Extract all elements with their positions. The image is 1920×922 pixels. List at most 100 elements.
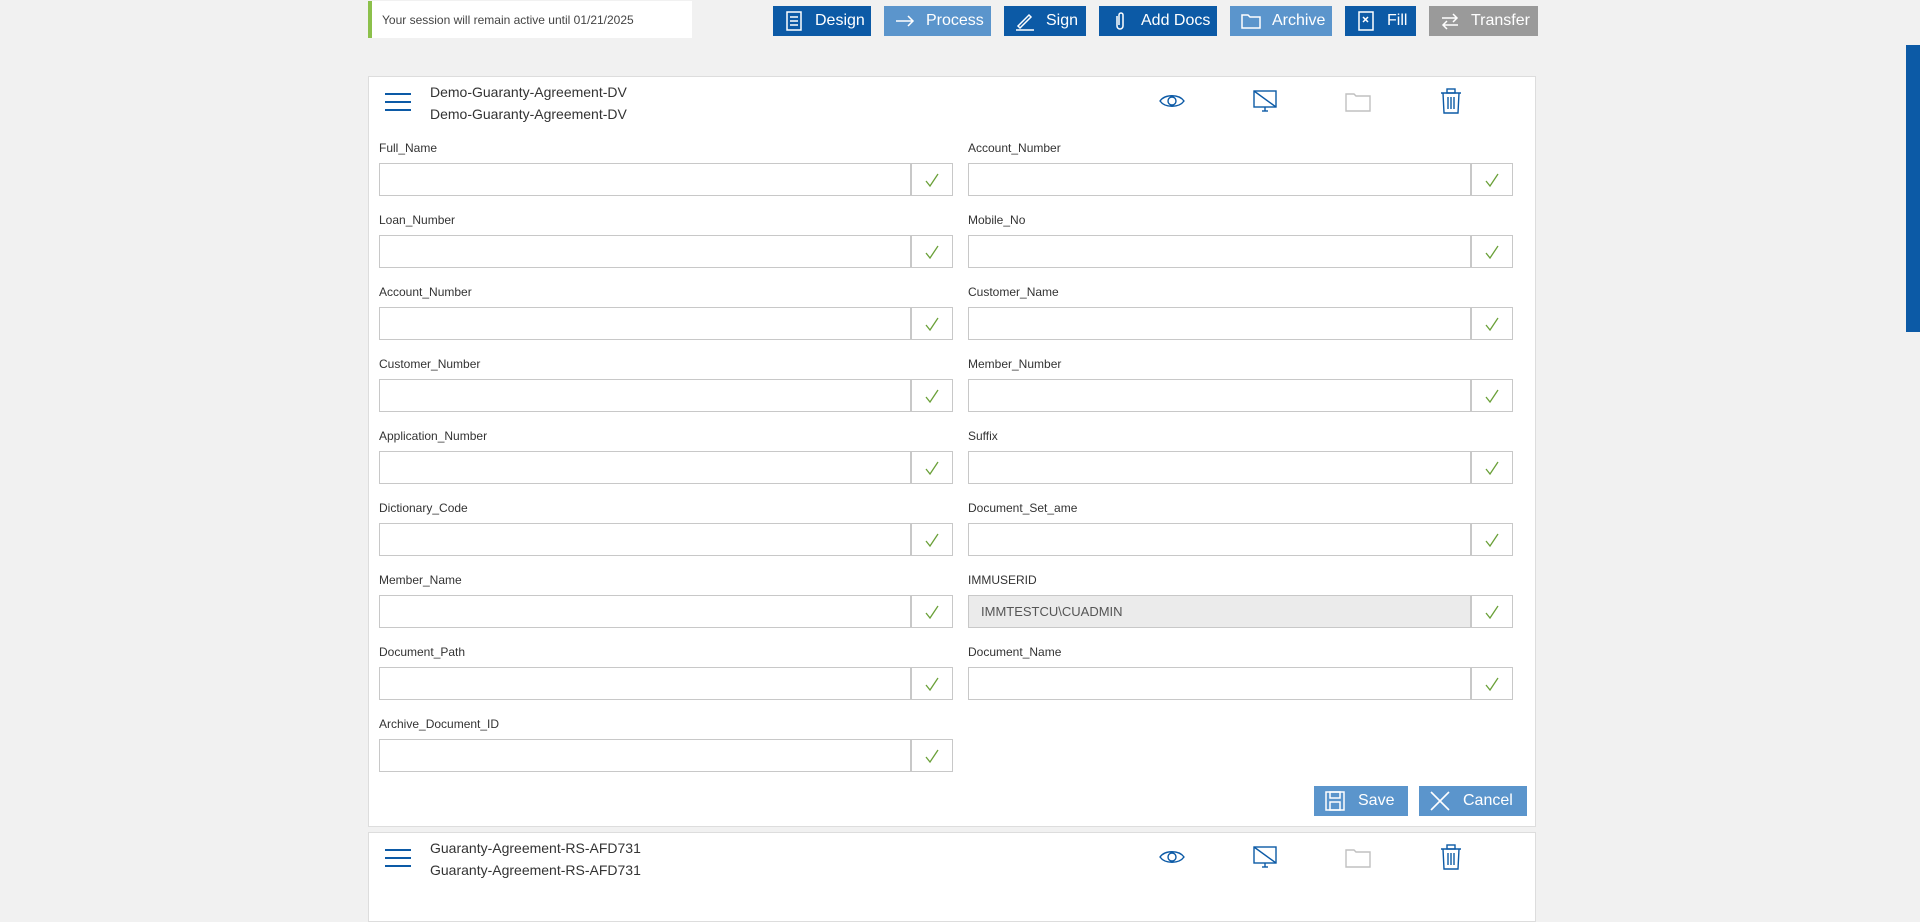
monitor-off-icon[interactable] — [1251, 843, 1279, 871]
menu-icon[interactable] — [385, 849, 411, 869]
checkmark-icon — [925, 173, 939, 187]
confirm-button[interactable] — [911, 595, 953, 628]
text-field[interactable] — [968, 235, 1513, 268]
archive-button[interactable]: Archive — [1230, 6, 1332, 36]
field-label: Application_Number — [379, 429, 488, 443]
field-input[interactable] — [969, 380, 1470, 411]
text-field[interactable] — [968, 523, 1513, 556]
checkmark-icon — [1485, 173, 1499, 187]
trash-icon[interactable] — [1437, 843, 1465, 871]
field-input[interactable] — [969, 308, 1470, 339]
field-input[interactable] — [380, 236, 910, 267]
field-label: Member_Number — [968, 357, 1062, 371]
text-field[interactable] — [968, 307, 1513, 340]
field-label: Suffix — [968, 429, 998, 443]
confirm-button[interactable] — [911, 379, 953, 412]
text-field[interactable] — [379, 739, 953, 772]
cancel-label: Cancel — [1463, 792, 1513, 809]
text-field[interactable] — [379, 307, 953, 340]
confirm-button[interactable] — [911, 451, 953, 484]
field-label: Loan_Number — [379, 213, 456, 227]
field-input[interactable] — [969, 668, 1470, 699]
text-field[interactable] — [968, 451, 1513, 484]
confirm-button[interactable] — [911, 523, 953, 556]
text-field[interactable] — [968, 379, 1513, 412]
text-field[interactable] — [968, 595, 1513, 628]
text-field[interactable] — [379, 379, 953, 412]
confirm-button[interactable] — [911, 307, 953, 340]
text-field[interactable] — [968, 667, 1513, 700]
text-field[interactable] — [379, 451, 953, 484]
confirm-button[interactable] — [1471, 451, 1513, 484]
session-message: Your session will remain active until 01… — [382, 13, 634, 27]
confirm-button[interactable] — [911, 163, 953, 196]
field-input[interactable] — [380, 740, 910, 771]
monitor-off-icon[interactable] — [1251, 87, 1279, 115]
text-field[interactable] — [379, 523, 953, 556]
trash-icon[interactable] — [1437, 87, 1465, 115]
field-input[interactable] — [380, 380, 910, 411]
field-label: Mobile_No — [968, 213, 1026, 227]
field-input[interactable] — [969, 524, 1470, 555]
sign-button[interactable]: Sign — [1004, 6, 1086, 36]
confirm-button[interactable] — [1471, 235, 1513, 268]
field-input[interactable] — [969, 236, 1470, 267]
checkmark-icon — [1485, 605, 1499, 619]
confirm-button[interactable] — [911, 667, 953, 700]
eye-icon[interactable] — [1158, 87, 1186, 115]
fill-label: Fill — [1387, 12, 1408, 29]
field-input[interactable] — [380, 308, 910, 339]
field-input[interactable] — [969, 164, 1470, 195]
confirm-button[interactable] — [1471, 595, 1513, 628]
fill-button[interactable]: Fill — [1345, 6, 1416, 36]
eye-icon[interactable] — [1158, 843, 1186, 871]
transfer-button[interactable]: Transfer — [1429, 6, 1538, 36]
field-label: Account_Number — [968, 141, 1061, 155]
field-input[interactable] — [380, 596, 910, 627]
sign-label: Sign — [1046, 12, 1079, 29]
text-field[interactable] — [379, 235, 953, 268]
checkmark-icon — [1485, 245, 1499, 259]
checkmark-icon — [925, 749, 939, 763]
add-docs-button[interactable]: Add Docs — [1099, 6, 1217, 36]
text-field[interactable] — [379, 595, 953, 628]
field-input[interactable] — [380, 668, 910, 699]
confirm-button[interactable] — [1471, 379, 1513, 412]
checkmark-icon — [925, 677, 939, 691]
field-label: Customer_Name — [968, 285, 1059, 299]
confirm-button[interactable] — [1471, 667, 1513, 700]
document-panel: Demo-Guaranty-Agreement-DV Demo-Guaranty… — [368, 76, 1536, 827]
checkmark-icon — [925, 533, 939, 547]
field-input[interactable] — [380, 452, 910, 483]
text-field[interactable] — [968, 163, 1513, 196]
floppy-disk-icon — [1325, 791, 1345, 811]
save-button[interactable]: Save — [1314, 786, 1408, 816]
text-field[interactable] — [379, 667, 953, 700]
form-fill-icon — [1358, 11, 1374, 31]
field-input[interactable] — [969, 452, 1470, 483]
confirm-button[interactable] — [911, 739, 953, 772]
folder-icon — [1241, 14, 1261, 29]
folder-icon — [1345, 93, 1371, 112]
save-label: Save — [1358, 792, 1395, 809]
session-banner: Your session will remain active until 01… — [368, 1, 692, 38]
confirm-button[interactable] — [1471, 163, 1513, 196]
menu-icon[interactable] — [385, 93, 411, 113]
design-button[interactable]: Design — [773, 6, 871, 36]
field-label: Dictionary_Code — [379, 501, 468, 515]
process-button[interactable]: Process — [884, 6, 991, 36]
confirm-button[interactable] — [911, 235, 953, 268]
field-label: Member_Name — [379, 573, 462, 587]
checkmark-icon — [1485, 317, 1499, 331]
side-scroll-tab[interactable] — [1906, 45, 1920, 332]
field-label: Document_Path — [379, 645, 466, 659]
checkmark-icon — [925, 389, 939, 403]
field-input[interactable] — [380, 164, 910, 195]
field-input[interactable] — [969, 596, 1470, 627]
field-input[interactable] — [380, 524, 910, 555]
cancel-button[interactable]: Cancel — [1419, 786, 1527, 816]
confirm-button[interactable] — [1471, 307, 1513, 340]
confirm-button[interactable] — [1471, 523, 1513, 556]
add-docs-label: Add Docs — [1141, 12, 1211, 29]
text-field[interactable] — [379, 163, 953, 196]
